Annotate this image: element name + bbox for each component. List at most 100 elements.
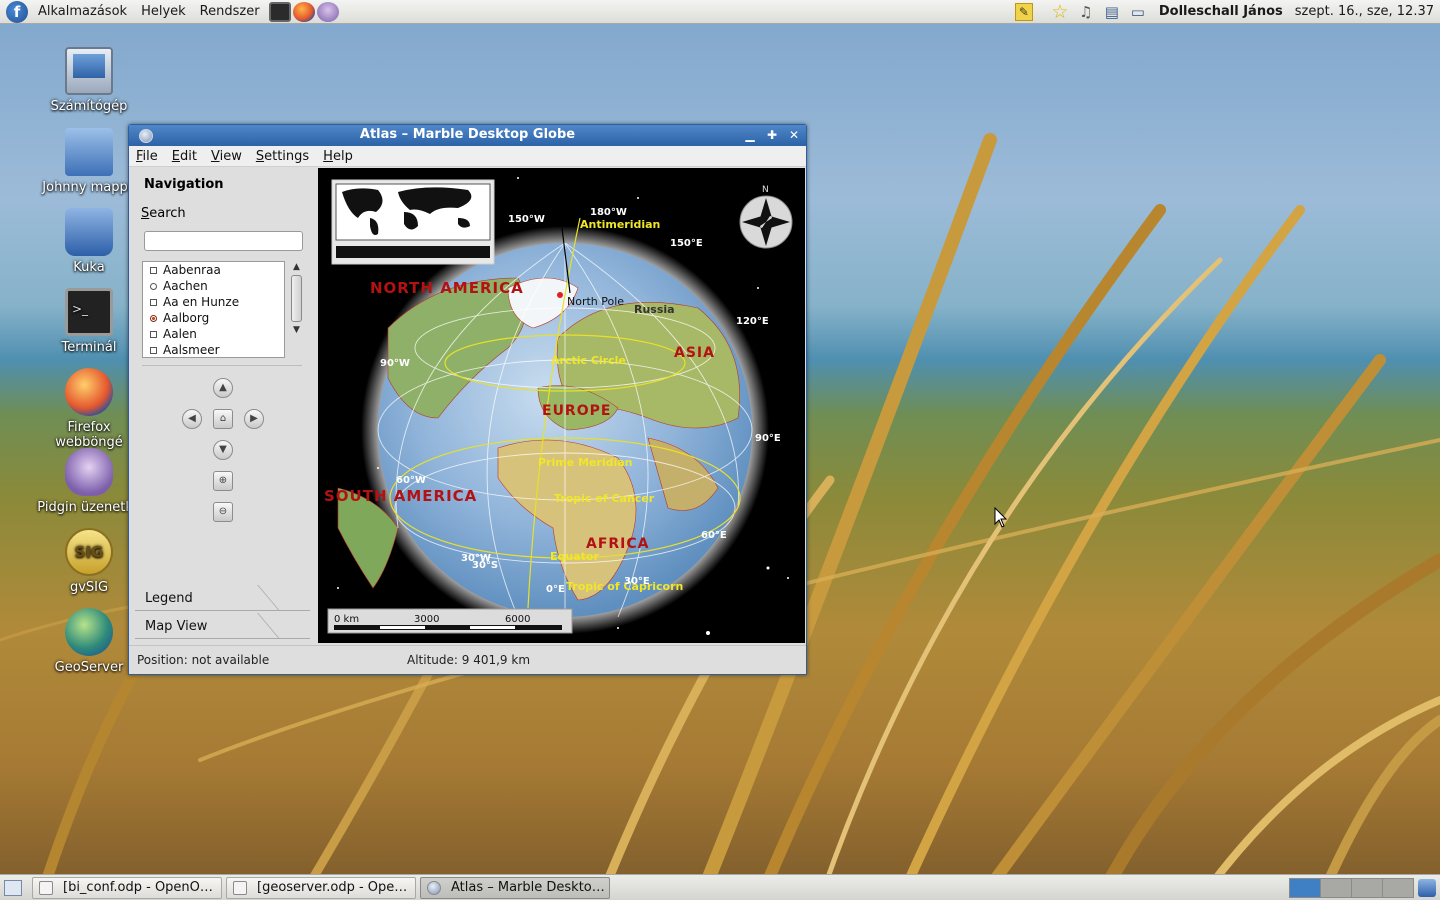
list-item[interactable]: Aalborg bbox=[143, 310, 284, 326]
north-pole-marker bbox=[557, 292, 563, 298]
monitor-icon[interactable]: ▭ bbox=[1127, 2, 1149, 22]
marble-app-icon bbox=[427, 880, 441, 895]
workspace-3[interactable] bbox=[1351, 877, 1383, 898]
navigation-title: Navigation bbox=[144, 177, 224, 192]
status-position: Position: not available bbox=[137, 653, 270, 667]
marble-window: Atlas – Marble Desktop Globe ▁ ✚ ✕ File … bbox=[128, 124, 807, 675]
clock[interactable]: szept. 16., sze, 12.37 bbox=[1295, 4, 1434, 19]
map-label-europe: Europe bbox=[542, 403, 611, 419]
bottom-panel: [bi_conf.odp - OpenO… [geoserver.odp - O… bbox=[0, 874, 1440, 900]
list-item[interactable]: Aa en Hunze bbox=[143, 294, 284, 310]
menu-help[interactable]: Help bbox=[316, 149, 360, 164]
places-scrollbar[interactable]: ▲ ▼ bbox=[289, 261, 304, 358]
places-list[interactable]: Aabenraa Aachen Aa en Hunze Aalborg Aale… bbox=[142, 261, 285, 358]
workspace-switcher[interactable] bbox=[1289, 877, 1414, 898]
move-right-button[interactable]: ▶ bbox=[244, 409, 264, 429]
user-name[interactable]: Dolleschall János bbox=[1159, 4, 1283, 19]
menu-edit[interactable]: Edit bbox=[165, 149, 204, 164]
volume-icon[interactable]: ♫ bbox=[1075, 2, 1097, 22]
desktop-icon-computer[interactable]: Számítógép bbox=[34, 47, 144, 114]
task-label: [bi_conf.odp - OpenO… bbox=[63, 880, 213, 895]
search-input[interactable] bbox=[144, 231, 303, 251]
network-icon[interactable]: ▤ bbox=[1101, 2, 1123, 22]
document-icon bbox=[233, 880, 247, 895]
fedora-logo-icon[interactable]: f bbox=[6, 0, 28, 23]
list-item[interactable]: Aabenraa bbox=[143, 262, 284, 278]
menu-file[interactable]: File bbox=[129, 149, 165, 164]
list-item[interactable]: Aachen bbox=[143, 278, 284, 294]
divider bbox=[142, 365, 302, 366]
mouse-cursor-icon bbox=[994, 507, 1008, 528]
task-button-active[interactable]: Atlas – Marble Deskto… bbox=[420, 876, 610, 899]
map-view[interactable]: North America South America Europe Asia … bbox=[318, 168, 805, 643]
globe-map[interactable]: North America South America Europe Asia … bbox=[318, 168, 805, 643]
task-label: [geoserver.odp - Ope… bbox=[257, 880, 408, 895]
move-down-button[interactable]: ▼ bbox=[213, 440, 233, 460]
home-folder-icon bbox=[65, 128, 113, 176]
menu-settings[interactable]: Settings bbox=[249, 149, 316, 164]
square-marker-icon bbox=[150, 298, 157, 306]
workspace-4[interactable] bbox=[1382, 877, 1414, 898]
computer-icon bbox=[65, 47, 113, 95]
place-name: Aabenraa bbox=[163, 263, 221, 277]
task-button[interactable]: [geoserver.odp - Ope… bbox=[226, 876, 416, 899]
scrollbar-thumb[interactable] bbox=[291, 275, 302, 322]
tab-map-view[interactable]: Map View bbox=[135, 613, 310, 639]
overview-map[interactable] bbox=[331, 179, 495, 265]
scroll-up-icon[interactable]: ▲ bbox=[289, 261, 304, 273]
maximize-button[interactable]: ✚ bbox=[762, 127, 782, 144]
grid-label: 120°E bbox=[736, 316, 769, 327]
scroll-down-icon[interactable]: ▼ bbox=[289, 324, 304, 336]
grid-label: 0°E bbox=[546, 584, 565, 595]
firefox-launcher-icon[interactable] bbox=[292, 1, 315, 22]
square-marker-icon bbox=[150, 266, 157, 274]
zoom-in-button[interactable]: ⊕ bbox=[213, 471, 233, 491]
task-label: Atlas – Marble Deskto… bbox=[451, 880, 605, 895]
grid-label: 150°E bbox=[670, 238, 703, 249]
place-name: Aachen bbox=[163, 279, 208, 293]
circle-marker-icon bbox=[150, 282, 157, 290]
terminal-launcher-icon[interactable] bbox=[268, 1, 291, 22]
grid-label: 60°W bbox=[396, 475, 426, 486]
workspace-2[interactable] bbox=[1320, 877, 1352, 898]
scale-label: 0 km bbox=[334, 614, 359, 625]
notes-icon[interactable]: ✎ bbox=[1014, 2, 1033, 21]
move-up-button[interactable]: ▲ bbox=[213, 378, 233, 398]
place-name: Aalborg bbox=[163, 311, 210, 325]
terminal-icon: >_ bbox=[65, 288, 113, 336]
tab-legend[interactable]: Legend bbox=[135, 585, 310, 611]
square-marker-icon bbox=[150, 330, 157, 338]
navigation-panel: Navigation Search Aabenraa Aachen Aa en … bbox=[130, 168, 315, 645]
workspace-1[interactable] bbox=[1289, 877, 1321, 898]
trash-icon bbox=[65, 208, 113, 256]
window-titlebar[interactable]: Atlas – Marble Desktop Globe ▁ ✚ ✕ bbox=[129, 125, 806, 146]
status-bar: Position: not available Altitude: 9 401,… bbox=[129, 645, 806, 674]
trash-icon[interactable] bbox=[1418, 878, 1436, 897]
red-circle-marker-icon bbox=[150, 314, 157, 322]
grid-label: 90°E bbox=[755, 433, 781, 444]
star-icon[interactable]: ☆ bbox=[1049, 2, 1071, 22]
close-button[interactable]: ✕ bbox=[784, 127, 804, 144]
move-left-button[interactable]: ◀ bbox=[182, 409, 202, 429]
show-desktop-icon[interactable] bbox=[4, 879, 22, 896]
place-name: Aalen bbox=[163, 327, 197, 341]
home-button[interactable]: ⌂ bbox=[213, 409, 233, 429]
pidgin-launcher-icon[interactable] bbox=[316, 1, 339, 22]
list-item[interactable]: Aalen bbox=[143, 326, 284, 342]
menu-applications[interactable]: Alkalmazások bbox=[32, 4, 135, 19]
grid-label: 180°W bbox=[590, 207, 627, 218]
menu-places[interactable]: Helyek bbox=[135, 4, 194, 19]
map-label-arctic-circle: Arctic Circle bbox=[551, 354, 626, 367]
map-label-north-pole: North Pole bbox=[567, 295, 624, 308]
document-icon bbox=[39, 880, 53, 895]
menu-view[interactable]: View bbox=[204, 149, 249, 164]
grid-label: 150°W bbox=[508, 214, 545, 225]
menu-system[interactable]: Rendszer bbox=[194, 4, 268, 19]
list-item[interactable]: Aalsmeer bbox=[143, 342, 284, 357]
status-altitude: Altitude: 9 401,9 km bbox=[407, 653, 531, 667]
minimize-button[interactable]: ▁ bbox=[740, 127, 760, 144]
search-label: Search bbox=[141, 206, 186, 221]
zoom-out-button[interactable]: ⊖ bbox=[213, 502, 233, 522]
task-button[interactable]: [bi_conf.odp - OpenO… bbox=[32, 876, 222, 899]
square-marker-icon bbox=[150, 346, 157, 354]
